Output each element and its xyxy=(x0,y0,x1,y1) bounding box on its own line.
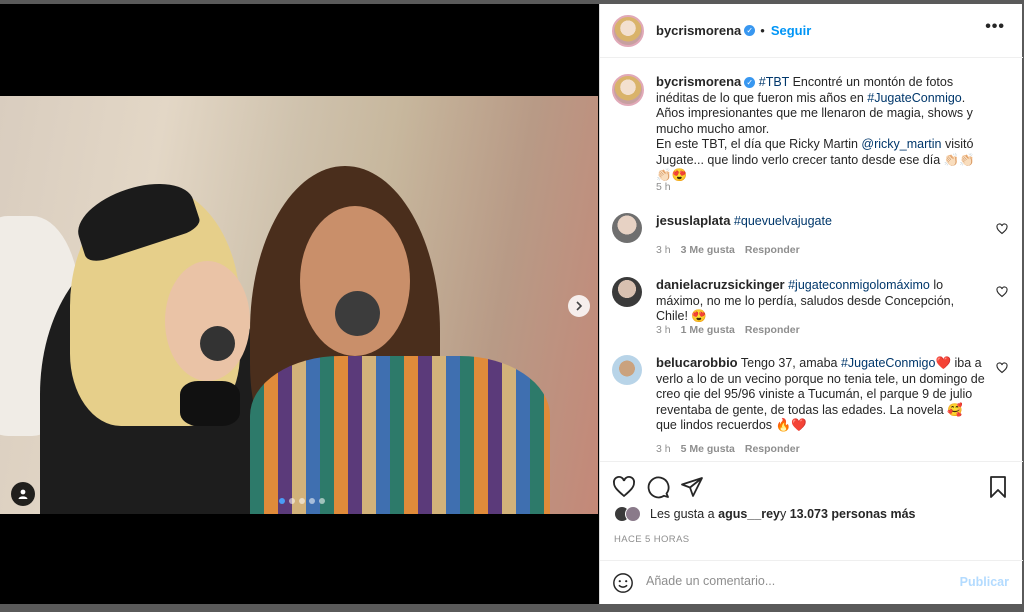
caption-segment: En este TBT, el día que Ricky Martin xyxy=(656,137,862,151)
separator-dot: • xyxy=(760,23,765,38)
avatar[interactable] xyxy=(612,277,642,307)
hashtag-link[interactable]: #JugateConmigo xyxy=(867,91,962,105)
carousel-dot xyxy=(309,498,315,504)
comment-username[interactable]: belucarobbio xyxy=(656,355,738,370)
share-icon[interactable] xyxy=(680,475,704,499)
post-modal: bycrismorena ✓ • Seguir ••• bycrismorena… xyxy=(0,4,1023,604)
comment-time: 3 h xyxy=(656,244,671,256)
comment-meta: 3 h 3 Me gusta Responder xyxy=(656,244,800,256)
publish-button[interactable]: Publicar xyxy=(960,575,1009,589)
carousel-dot xyxy=(299,498,305,504)
carousel-dot xyxy=(319,498,325,504)
comment-text: belucarobbio Tengo 37, amaba #JugateConm… xyxy=(656,355,986,434)
caption-text: bycrismorena ✓ #TBT Encontré un montón de… xyxy=(656,74,986,184)
post-media xyxy=(0,4,598,604)
comment-text: jesuslaplata #quevuelvajugate xyxy=(656,213,986,230)
avatar[interactable] xyxy=(612,74,644,106)
comment-username[interactable]: danielacruzsickinger xyxy=(656,277,785,292)
comment-meta: 3 h 1 Me gusta Responder xyxy=(656,324,800,336)
post-side-panel: bycrismorena ✓ • Seguir ••• bycrismorena… xyxy=(599,4,1023,604)
comment-icon[interactable] xyxy=(646,475,670,499)
mention-link[interactable]: @ricky_martin xyxy=(861,137,941,151)
post-timestamp: HACE 5 HORAS xyxy=(614,534,690,545)
verified-badge-icon: ✓ xyxy=(744,77,756,88)
comment-time: 3 h xyxy=(656,324,671,336)
avatar[interactable] xyxy=(612,355,642,385)
like-heart-icon[interactable] xyxy=(996,223,1008,235)
caption-username[interactable]: bycrismorena xyxy=(656,74,741,89)
comment-meta: 3 h 5 Me gusta Responder xyxy=(656,443,800,455)
comment-composer: Publicar xyxy=(600,560,1023,604)
likes-summary: Les gusta a agus__rey y 13.073 personas … xyxy=(614,506,916,522)
comment-item: danielacruzsickinger #jugateconmigolomáx… xyxy=(612,277,1012,337)
more-options-icon[interactable]: ••• xyxy=(985,18,1005,36)
next-photo-button[interactable] xyxy=(568,295,590,317)
tagged-users-button[interactable] xyxy=(11,482,35,506)
like-heart-icon[interactable] xyxy=(996,286,1008,298)
emoji-icon[interactable] xyxy=(612,572,634,594)
reply-button[interactable]: Responder xyxy=(745,244,800,256)
comment-time: 3 h xyxy=(656,443,671,455)
avatar[interactable] xyxy=(612,14,644,47)
carousel-indicator xyxy=(279,498,325,504)
carousel-dot xyxy=(279,498,285,504)
reply-button[interactable]: Responder xyxy=(745,443,800,455)
carousel-dot xyxy=(289,498,295,504)
comment-likes[interactable]: 1 Me gusta xyxy=(681,324,735,336)
avatar[interactable] xyxy=(612,213,642,243)
comment-item: belucarobbio Tengo 37, amaba #JugateConm… xyxy=(612,355,1012,461)
chevron-right-icon xyxy=(576,301,583,311)
microphone xyxy=(335,291,380,336)
hashtag-link[interactable]: #JugateConmigo xyxy=(841,356,936,370)
man-shirt xyxy=(250,356,550,514)
hashtag-link[interactable]: #quevuelvajugate xyxy=(734,214,832,228)
woman-glove xyxy=(180,381,240,426)
comment-username[interactable]: jesuslaplata xyxy=(656,213,730,228)
user-icon xyxy=(18,489,28,499)
liker-username[interactable]: agus__rey xyxy=(718,507,780,521)
hashtag-link[interactable]: #TBT xyxy=(759,75,789,89)
comment-segment: Tengo 37, amaba xyxy=(737,356,841,370)
comment-likes[interactable]: 3 Me gusta xyxy=(681,244,735,256)
comments-list: bycrismorena ✓ #TBT Encontré un montón de… xyxy=(600,59,1023,461)
like-heart-icon[interactable] xyxy=(996,362,1008,374)
likes-conjunction: y xyxy=(779,507,787,521)
save-bookmark-icon[interactable] xyxy=(986,475,1010,499)
like-heart-icon[interactable] xyxy=(612,475,636,499)
verified-badge-icon: ✓ xyxy=(744,25,756,36)
action-bar xyxy=(600,461,1023,511)
follow-button[interactable]: Seguir xyxy=(771,23,811,38)
woman-face xyxy=(165,261,250,381)
microphone xyxy=(200,326,235,361)
screen: bycrismorena ✓ • Seguir ••• bycrismorena… xyxy=(0,0,1024,612)
comment-text: danielacruzsickinger #jugateconmigolomáx… xyxy=(656,277,986,325)
hashtag-link[interactable]: #jugateconmigolomáximo xyxy=(788,278,930,292)
comment-likes[interactable]: 5 Me gusta xyxy=(681,443,735,455)
author-username[interactable]: bycrismorena xyxy=(656,23,741,38)
post-header: bycrismorena ✓ • Seguir ••• xyxy=(600,4,1023,58)
avatar xyxy=(625,506,641,522)
caption-time: 5 h xyxy=(656,181,671,193)
reply-button[interactable]: Responder xyxy=(745,324,800,336)
post-photo xyxy=(0,96,598,514)
likes-count[interactable]: 13.073 personas más xyxy=(790,507,916,521)
caption-item: bycrismorena ✓ #TBT Encontré un montón de… xyxy=(612,74,1012,214)
comment-input[interactable] xyxy=(646,574,946,588)
comment-item: jesuslaplata #quevuelvajugate 3 h 3 Me gu… xyxy=(612,213,1012,263)
likes-prefix: Les gusta a xyxy=(650,507,715,521)
